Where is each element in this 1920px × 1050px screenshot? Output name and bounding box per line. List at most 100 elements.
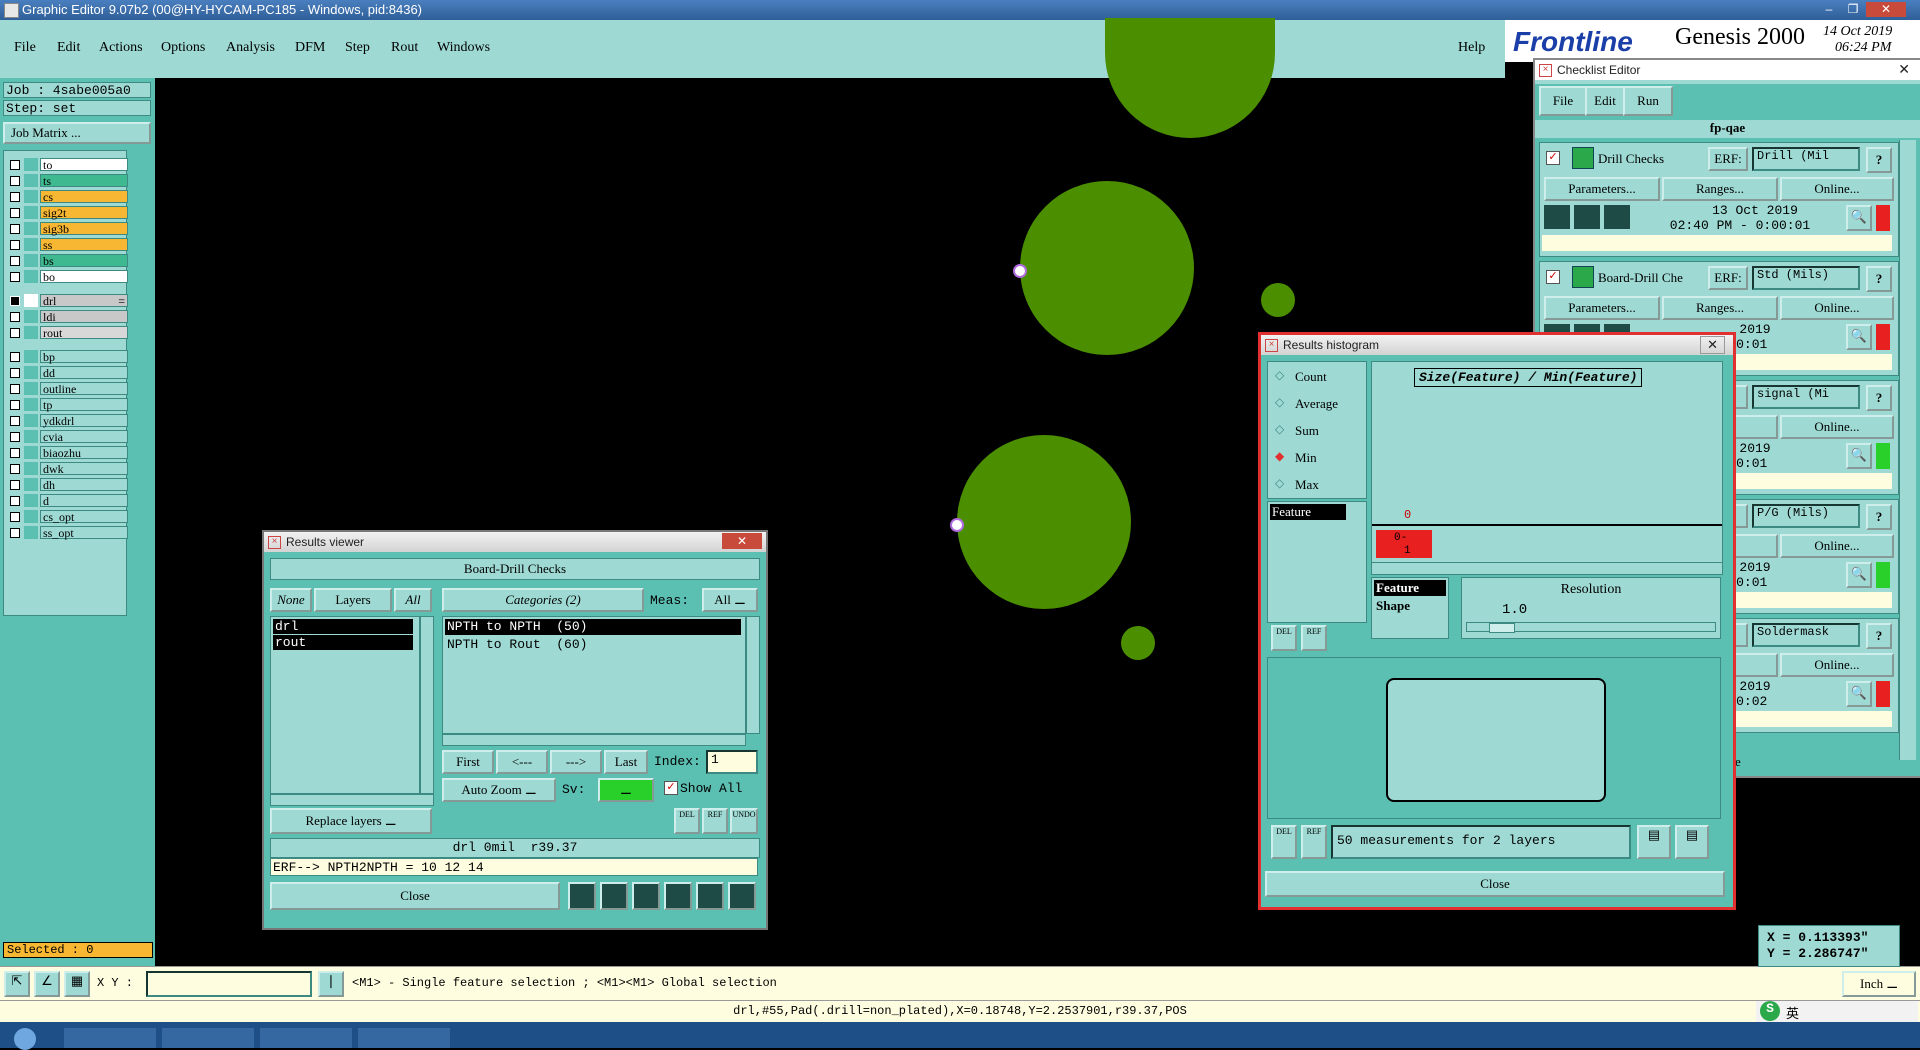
mode-option-min[interactable]: ◆ Min <box>1273 448 1363 468</box>
layer-checkbox[interactable] <box>10 464 20 474</box>
layer-checkbox[interactable] <box>10 512 20 522</box>
categories-scrollbar[interactable] <box>746 616 760 734</box>
layer-row-ldi[interactable]: ldi <box>8 310 128 324</box>
layer-row-to[interactable]: to <box>8 158 128 172</box>
attribute-header[interactable]: Feature <box>1374 580 1446 596</box>
layer-checkbox[interactable] <box>10 160 20 170</box>
menu-rout[interactable]: Rout <box>391 40 418 56</box>
layer-row-ss_opt[interactable]: ss_opt <box>8 526 128 540</box>
mode-option-sum[interactable]: ◇ Sum <box>1273 421 1363 441</box>
slider-thumb[interactable] <box>1489 623 1515 633</box>
layer-row-rout[interactable]: rout <box>8 326 128 340</box>
export-icon[interactable]: ▤ <box>1637 825 1671 859</box>
layer-row-ts[interactable]: ts <box>8 174 128 188</box>
checklist-scrollbar[interactable] <box>1899 140 1916 760</box>
layer-name[interactable]: sig2t <box>40 206 128 220</box>
layer-row-bp[interactable]: bp <box>8 350 128 364</box>
erf-button[interactable]: ERF: <box>1708 147 1748 171</box>
drill-pad[interactable] <box>1105 18 1275 138</box>
layer-row-bs[interactable]: bs <box>8 254 128 268</box>
chart-scrollbar[interactable] <box>1372 562 1722 573</box>
layer-checkbox[interactable] <box>10 448 20 458</box>
taskbar-item[interactable] <box>260 1028 352 1048</box>
none-button[interactable]: None <box>270 588 312 612</box>
report-icon[interactable] <box>696 882 724 910</box>
layer-name[interactable]: ss <box>40 238 128 252</box>
layer-row-outline[interactable]: outline <box>8 382 128 396</box>
layer-checkbox[interactable] <box>10 296 20 306</box>
taskbar-item[interactable] <box>64 1028 156 1048</box>
online-button[interactable]: Online... <box>1780 296 1894 320</box>
all-button[interactable]: All <box>394 588 432 612</box>
replace-layers-select[interactable]: Replace layers ⚊ <box>270 808 432 834</box>
index-input[interactable]: 1 <box>706 750 758 774</box>
layer-name[interactable]: rout <box>40 326 128 340</box>
mode-option-count[interactable]: ◇ Count <box>1273 367 1363 387</box>
ranges-button[interactable]: Ranges... <box>1662 177 1778 201</box>
grid-tool-icon[interactable]: ▦ <box>64 971 90 997</box>
delete-feature-icon[interactable] <box>600 882 628 910</box>
check-run-icon[interactable] <box>1572 266 1594 288</box>
cursor-tool-icon[interactable]: ⇱ <box>4 971 30 997</box>
layers-hscrollbar[interactable] <box>270 794 434 806</box>
help-icon[interactable]: ? <box>1866 623 1892 649</box>
erf-field[interactable]: Std (Mils) <box>1752 266 1860 290</box>
layer-name[interactable]: cs <box>40 190 128 204</box>
layer-name[interactable]: drl = <box>40 294 128 308</box>
layer-row-dh[interactable]: dh <box>8 478 128 492</box>
del-icon[interactable]: DEL <box>1271 625 1297 651</box>
meas-select[interactable]: All ⚊ <box>702 588 758 612</box>
layer-checkbox[interactable] <box>10 256 20 266</box>
layer-row-cvia[interactable]: cvia <box>8 430 128 444</box>
layer-name[interactable]: to <box>40 158 128 172</box>
radio-icon[interactable]: ◇ <box>1275 422 1284 436</box>
exclude-icon[interactable] <box>632 882 660 910</box>
resolution-slider[interactable] <box>1466 622 1716 633</box>
close-icon[interactable]: ✕ <box>1700 336 1725 354</box>
layer-name[interactable]: tp <box>40 398 128 412</box>
layer-checkbox[interactable] <box>10 480 20 490</box>
layer-name[interactable]: ss_opt <box>40 526 128 540</box>
undo-icon[interactable]: UNDO <box>730 808 758 834</box>
layer-checkbox[interactable] <box>10 272 20 282</box>
taskbar-item[interactable] <box>358 1028 450 1048</box>
prev-button[interactable]: <--- <box>496 750 548 774</box>
menu-dfm[interactable]: DFM <box>295 40 325 56</box>
restore-icon[interactable]: ❐ <box>1842 2 1864 17</box>
layer-row-cs[interactable]: cs <box>8 190 128 204</box>
menu-windows[interactable]: Windows <box>437 40 490 56</box>
layer-checkbox[interactable] <box>10 528 20 538</box>
layer-name[interactable]: biaozhu <box>40 446 128 460</box>
layer-checkbox[interactable] <box>10 432 20 442</box>
layer-list-item[interactable]: rout <box>273 635 413 650</box>
help-icon[interactable]: ? <box>1866 385 1892 411</box>
run-icon[interactable] <box>1604 205 1630 229</box>
radio-icon[interactable]: ◇ <box>1275 476 1284 490</box>
layer-list-item[interactable]: drl <box>273 619 413 634</box>
info-icon[interactable]: ❘ <box>318 971 344 997</box>
sv-color-select[interactable]: ⚊ <box>598 778 654 802</box>
radio-icon[interactable]: ◇ <box>1275 368 1284 382</box>
start-button[interactable] <box>14 1028 36 1050</box>
category-item[interactable]: NPTH to NPTH (50) <box>445 619 741 635</box>
layer-name[interactable]: dwk <box>40 462 128 476</box>
layer-row-sig2t[interactable]: sig2t <box>8 206 128 220</box>
ime-mode[interactable]: 英 <box>1786 1003 1799 1022</box>
layer-name[interactable]: ydkdrl <box>40 414 128 428</box>
histogram-icon[interactable] <box>728 882 756 910</box>
mode-option-average[interactable]: ◇ Average <box>1273 394 1363 414</box>
layer-checkbox[interactable] <box>10 312 20 322</box>
cl-menu-file[interactable]: File <box>1539 86 1587 116</box>
layer-checkbox[interactable] <box>10 368 20 378</box>
feature-list-item[interactable]: Feature <box>1270 504 1346 520</box>
erf-button[interactable]: ERF: <box>1708 266 1748 290</box>
radio-icon[interactable]: ◆ <box>1275 449 1284 463</box>
zoom-icon[interactable]: 🔍 <box>1846 443 1872 469</box>
ime-icon[interactable]: S <box>1760 1001 1780 1021</box>
ref-icon[interactable]: REF <box>1301 625 1327 651</box>
show-all-checkbox[interactable]: ✓ <box>664 781 678 795</box>
online-button[interactable]: Online... <box>1780 653 1894 677</box>
zoom-icon[interactable]: 🔍 <box>1846 324 1872 350</box>
online-button[interactable]: Online... <box>1780 534 1894 558</box>
layer-checkbox[interactable] <box>10 352 20 362</box>
